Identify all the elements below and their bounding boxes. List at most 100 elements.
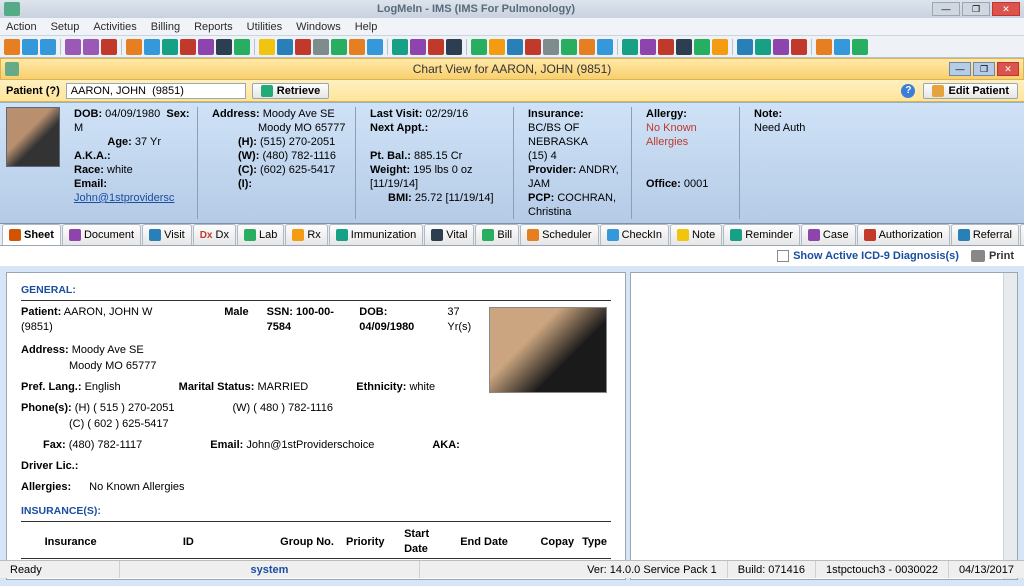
tab-visit[interactable]: Visit xyxy=(142,224,192,245)
toolbar-icon-39[interactable] xyxy=(755,39,771,55)
retrieve-button[interactable]: Retrieve xyxy=(252,83,329,99)
app-icon xyxy=(4,2,20,16)
toolbar-icon-12[interactable] xyxy=(234,39,250,55)
tab-note[interactable]: Note xyxy=(670,224,722,245)
toolbar-icon-5[interactable] xyxy=(101,39,117,55)
tab-reminder[interactable]: Reminder xyxy=(723,224,800,245)
c-aka-label: AKA: xyxy=(432,439,460,451)
tab-authorization[interactable]: Authorization xyxy=(857,224,950,245)
menu-action[interactable]: Action xyxy=(6,21,37,33)
c-dob-label: DOB: xyxy=(359,306,387,318)
tab-icon xyxy=(9,229,21,241)
toolbar-icon-29[interactable] xyxy=(561,39,577,55)
print-button[interactable]: Print xyxy=(971,250,1014,262)
toolbar-icon-37[interactable] xyxy=(712,39,728,55)
email-value[interactable]: John@1stprovidersc xyxy=(74,192,174,204)
col-end: End Date xyxy=(456,526,512,559)
tab-referral[interactable]: Referral xyxy=(951,224,1019,245)
chart-window-minimize-button[interactable]: — xyxy=(949,62,971,76)
toolbar-icon-36[interactable] xyxy=(694,39,710,55)
menu-reports[interactable]: Reports xyxy=(194,21,233,33)
menu-setup[interactable]: Setup xyxy=(51,21,80,33)
toolbar-icon-26[interactable] xyxy=(507,39,523,55)
toolbar-icon-17[interactable] xyxy=(331,39,347,55)
phone-c-label: (C): xyxy=(238,164,257,176)
toolbar-icon-15[interactable] xyxy=(295,39,311,55)
c-addr2: Moody MO 65777 xyxy=(69,359,156,374)
chart-window-maximize-button[interactable]: ❐ xyxy=(973,62,995,76)
toolbar-icon-31[interactable] xyxy=(597,39,613,55)
toolbar-icon-24[interactable] xyxy=(471,39,487,55)
tab-icon xyxy=(244,229,256,241)
window-maximize-button[interactable]: ❐ xyxy=(962,2,990,16)
toolbar-icon-42[interactable] xyxy=(816,39,832,55)
toolbar-icon-22[interactable] xyxy=(428,39,444,55)
tab-vital[interactable]: Vital xyxy=(424,224,474,245)
tab-scheduler[interactable]: Scheduler xyxy=(520,224,599,245)
toolbar-icon-32[interactable] xyxy=(622,39,638,55)
toolbar-icon-4[interactable] xyxy=(83,39,99,55)
toolbar-icon-21[interactable] xyxy=(410,39,426,55)
menu-activities[interactable]: Activities xyxy=(93,21,136,33)
toolbar-icon-33[interactable] xyxy=(640,39,656,55)
toolbar-icon-27[interactable] xyxy=(525,39,541,55)
c-ms-value: MARRIED xyxy=(258,381,309,393)
toolbar-icon-1[interactable] xyxy=(22,39,38,55)
window-minimize-button[interactable]: — xyxy=(932,2,960,16)
tab-lab[interactable]: Lab xyxy=(237,224,284,245)
toolbar-icon-28[interactable] xyxy=(543,39,559,55)
c-lang-value: English xyxy=(85,381,121,393)
tab-checkin[interactable]: CheckIn xyxy=(600,224,669,245)
toolbar-icon-35[interactable] xyxy=(676,39,692,55)
toolbar-icon-0[interactable] xyxy=(4,39,20,55)
toolbar-icon-43[interactable] xyxy=(834,39,850,55)
toolbar-icon-8[interactable] xyxy=(162,39,178,55)
toolbar-icon-34[interactable] xyxy=(658,39,674,55)
tab-bill[interactable]: Bill xyxy=(475,224,519,245)
toolbar-icon-18[interactable] xyxy=(349,39,365,55)
tab-case[interactable]: Case xyxy=(801,224,856,245)
tab-label: Immunization xyxy=(351,229,416,241)
toolbar-icon-20[interactable] xyxy=(392,39,408,55)
chart-window-icon xyxy=(5,62,19,76)
provider-label: Provider: xyxy=(528,164,576,176)
toolbar-icon-16[interactable] xyxy=(313,39,329,55)
toolbar-icon-9[interactable] xyxy=(180,39,196,55)
menu-help[interactable]: Help xyxy=(355,21,378,33)
tab-faxsent[interactable]: Fax Sent xyxy=(1020,224,1024,245)
toolbar-icon-13[interactable] xyxy=(259,39,275,55)
tab-rx[interactable]: Rx xyxy=(285,224,327,245)
menu-utilities[interactable]: Utilities xyxy=(247,21,282,33)
tab-immunization[interactable]: Immunization xyxy=(329,224,423,245)
toolbar-icon-3[interactable] xyxy=(65,39,81,55)
window-close-button[interactable]: ✕ xyxy=(992,2,1020,16)
edit-patient-button[interactable]: Edit Patient xyxy=(923,83,1018,99)
show-icd9-toggle[interactable]: Show Active ICD-9 Diagnosis(s) xyxy=(777,250,959,262)
menu-billing[interactable]: Billing xyxy=(151,21,180,33)
toolbar-icon-30[interactable] xyxy=(579,39,595,55)
toolbar-icon-11[interactable] xyxy=(216,39,232,55)
toolbar-icon-23[interactable] xyxy=(446,39,462,55)
toolbar-icon-6[interactable] xyxy=(126,39,142,55)
allergy-label: Allergy: xyxy=(646,108,687,120)
patient-input[interactable] xyxy=(66,83,246,99)
tab-label: Lab xyxy=(259,229,277,241)
tab-label: Note xyxy=(692,229,715,241)
toolbar-icon-14[interactable] xyxy=(277,39,293,55)
toolbar-icon-2[interactable] xyxy=(40,39,56,55)
toolbar-icon-25[interactable] xyxy=(489,39,505,55)
scrollbar[interactable] xyxy=(1003,273,1017,579)
tab-sheet[interactable]: Sheet xyxy=(2,224,61,245)
toolbar-icon-19[interactable] xyxy=(367,39,383,55)
menu-windows[interactable]: Windows xyxy=(296,21,341,33)
toolbar-icon-40[interactable] xyxy=(773,39,789,55)
toolbar-icon-38[interactable] xyxy=(737,39,753,55)
toolbar-icon-41[interactable] xyxy=(791,39,807,55)
toolbar-icon-10[interactable] xyxy=(198,39,214,55)
toolbar-icon-44[interactable] xyxy=(852,39,868,55)
tab-document[interactable]: Document xyxy=(62,224,141,245)
help-icon[interactable]: ? xyxy=(901,84,915,98)
toolbar-icon-7[interactable] xyxy=(144,39,160,55)
tab-dx[interactable]: DxDx xyxy=(193,224,236,245)
chart-window-close-button[interactable]: ✕ xyxy=(997,62,1019,76)
